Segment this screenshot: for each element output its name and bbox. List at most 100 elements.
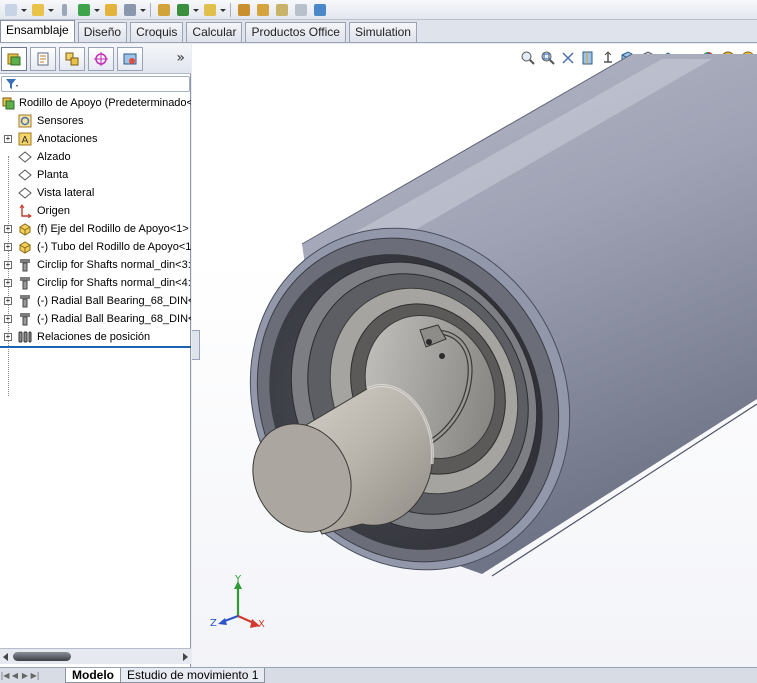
bill-of-materials-icon[interactable] xyxy=(292,2,309,18)
panel-splitter[interactable] xyxy=(0,346,191,348)
tree-item-label: Anotaciones xyxy=(37,133,98,145)
tree-item-sensores[interactable]: Sensores xyxy=(0,112,191,130)
expand-toggle-icon[interactable]: + xyxy=(4,243,12,251)
sensor-icon xyxy=(18,114,32,128)
expand-toggle-icon[interactable]: + xyxy=(4,135,12,143)
tree-root-label: Rodillo de Apoyo (Predeterminado< xyxy=(19,97,191,109)
panel-tabs: » xyxy=(0,44,191,74)
coordinate-triad: Y X Z xyxy=(210,574,265,630)
tab-diseno[interactable]: Diseño xyxy=(77,22,128,42)
filter-icon xyxy=(6,79,18,89)
tree-item-bearing-2[interactable]: + (-) Radial Ball Bearing_68_DIN< xyxy=(0,310,191,328)
tree-item-alzado[interactable]: Alzado xyxy=(0,148,191,166)
more-tabs-icon[interactable]: » xyxy=(176,50,185,66)
svg-text:A: A xyxy=(22,135,29,146)
reference-geometry-icon[interactable] xyxy=(254,2,271,18)
tab-simulation[interactable]: Simulation xyxy=(348,22,417,42)
dropdown-arrow-icon[interactable] xyxy=(21,2,27,18)
horizontal-scrollbar[interactable] xyxy=(0,648,191,664)
insert-component-icon[interactable] xyxy=(75,2,92,18)
first-tab-icon[interactable]: |◀ xyxy=(0,668,10,682)
dropdown-arrow-icon[interactable] xyxy=(220,2,226,18)
tree-item-vista-lateral[interactable]: Vista lateral xyxy=(0,184,191,202)
tree-item-label: Planta xyxy=(37,169,69,181)
panel-collapse-handle[interactable] xyxy=(192,330,200,360)
tab-modelo[interactable]: Modelo xyxy=(65,668,121,683)
tree-item-eje[interactable]: + (f) Eje del Rodillo de Apoyo<1> xyxy=(0,220,191,238)
tree-item-label: Relaciones de posición xyxy=(37,331,151,343)
assembly-icon xyxy=(2,96,16,110)
feature-tree: Rodillo de Apoyo (Predeterminado< Sensor… xyxy=(0,94,191,396)
tree-item-origen[interactable]: Origen xyxy=(0,202,191,220)
smart-fasteners-icon[interactable] xyxy=(155,2,172,18)
tab-calcular[interactable]: Calcular xyxy=(186,22,243,42)
tree-root[interactable]: Rodillo de Apoyo (Predeterminado< xyxy=(0,94,191,112)
pin-icon[interactable] xyxy=(56,2,73,18)
next-tab-icon[interactable]: ▶ xyxy=(20,668,30,682)
tree-item-tubo[interactable]: + (-) Tubo del Rodillo de Apoyo<1 xyxy=(0,238,191,256)
assembly-features-icon[interactable] xyxy=(235,2,252,18)
tab-spacer xyxy=(40,668,66,683)
last-tab-icon[interactable]: ▶| xyxy=(30,668,40,682)
dropdown-arrow-icon[interactable] xyxy=(193,2,199,18)
command-manager-tabs: Ensamblaje Diseño Croquis Calcular Produ… xyxy=(0,20,757,43)
new-document-icon[interactable] xyxy=(2,2,19,18)
expand-toggle-icon[interactable]: + xyxy=(4,225,12,233)
mate-icon[interactable] xyxy=(102,2,119,18)
move-component-icon[interactable] xyxy=(174,2,191,18)
toolbox-part-icon xyxy=(18,294,32,308)
dropdown-arrow-icon[interactable] xyxy=(48,2,54,18)
scrollbar-thumb[interactable] xyxy=(13,652,71,661)
tab-ensamblaje[interactable]: Ensamblaje xyxy=(0,20,75,42)
tree-item-label: (-) Radial Ball Bearing_68_DIN< xyxy=(37,313,191,325)
tree-item-circlip-3[interactable]: + Circlip for Shafts normal_din<3: xyxy=(0,256,191,274)
expand-toggle-icon[interactable]: + xyxy=(4,297,12,305)
dimxpert-tab-icon[interactable] xyxy=(88,46,114,71)
toolbar-separator xyxy=(150,2,151,17)
tree-item-circlip-4[interactable]: + Circlip for Shafts normal_din<4: xyxy=(0,274,191,292)
toolbar-separator xyxy=(230,2,231,17)
display-manager-tab-icon[interactable] xyxy=(117,46,143,71)
plane-icon xyxy=(18,186,32,200)
toolbox-part-icon xyxy=(18,312,32,326)
scroll-right-icon[interactable] xyxy=(183,653,188,661)
dropdown-arrow-icon[interactable] xyxy=(94,2,100,18)
expand-toggle-icon[interactable]: + xyxy=(4,315,12,323)
toolbox-part-icon xyxy=(18,258,32,272)
tree-item-bearing-1[interactable]: + (-) Radial Ball Bearing_68_DIN< xyxy=(0,292,191,310)
scroll-left-icon[interactable] xyxy=(3,653,8,661)
expand-toggle-icon[interactable]: + xyxy=(4,279,12,287)
tree-item-label: Origen xyxy=(37,205,71,217)
roller-model: Y X Z xyxy=(210,53,757,630)
standard-toolbar xyxy=(0,0,757,20)
open-document-icon[interactable] xyxy=(29,2,46,18)
tree-filter[interactable] xyxy=(1,76,190,92)
bottom-tab-bar: |◀ ◀ ▶ ▶| Modelo Estudio de movimiento 1 xyxy=(0,667,757,683)
tree-item-label: Circlip for Shafts normal_din<3: xyxy=(37,259,191,271)
feature-manager-tab-icon[interactable] xyxy=(1,46,27,71)
new-motion-study-icon[interactable] xyxy=(273,2,290,18)
tree-item-relaciones[interactable]: + Relaciones de posición xyxy=(0,328,191,346)
toolbox-part-icon xyxy=(18,276,32,290)
plane-icon xyxy=(18,168,32,182)
tree-item-planta[interactable]: Planta xyxy=(0,166,191,184)
tab-productos-office[interactable]: Productos Office xyxy=(245,22,346,42)
expand-toggle-icon[interactable]: + xyxy=(4,261,12,269)
prev-tab-icon[interactable]: ◀ xyxy=(10,668,20,682)
graphics-area[interactable]: Y X Z xyxy=(192,44,757,667)
tab-croquis[interactable]: Croquis xyxy=(130,22,184,42)
linear-pattern-icon[interactable] xyxy=(121,2,138,18)
origin-icon xyxy=(18,204,32,218)
expand-toggle-icon[interactable]: + xyxy=(4,333,12,341)
configuration-manager-tab-icon[interactable] xyxy=(59,46,85,71)
tab-estudio-movimiento[interactable]: Estudio de movimiento 1 xyxy=(120,668,266,683)
solidworks-window: Ensamblaje Diseño Croquis Calcular Produ… xyxy=(0,0,757,683)
triad-y-label: Y xyxy=(234,574,242,585)
dropdown-arrow-icon[interactable] xyxy=(140,2,146,18)
exploded-view-icon[interactable] xyxy=(311,2,328,18)
tree-item-label: Circlip for Shafts normal_din<4: xyxy=(37,277,191,289)
property-manager-tab-icon[interactable] xyxy=(30,46,56,71)
part-icon xyxy=(18,222,32,236)
show-hidden-icon[interactable] xyxy=(201,2,218,18)
tree-item-anotaciones[interactable]: + A Anotaciones xyxy=(0,130,191,148)
